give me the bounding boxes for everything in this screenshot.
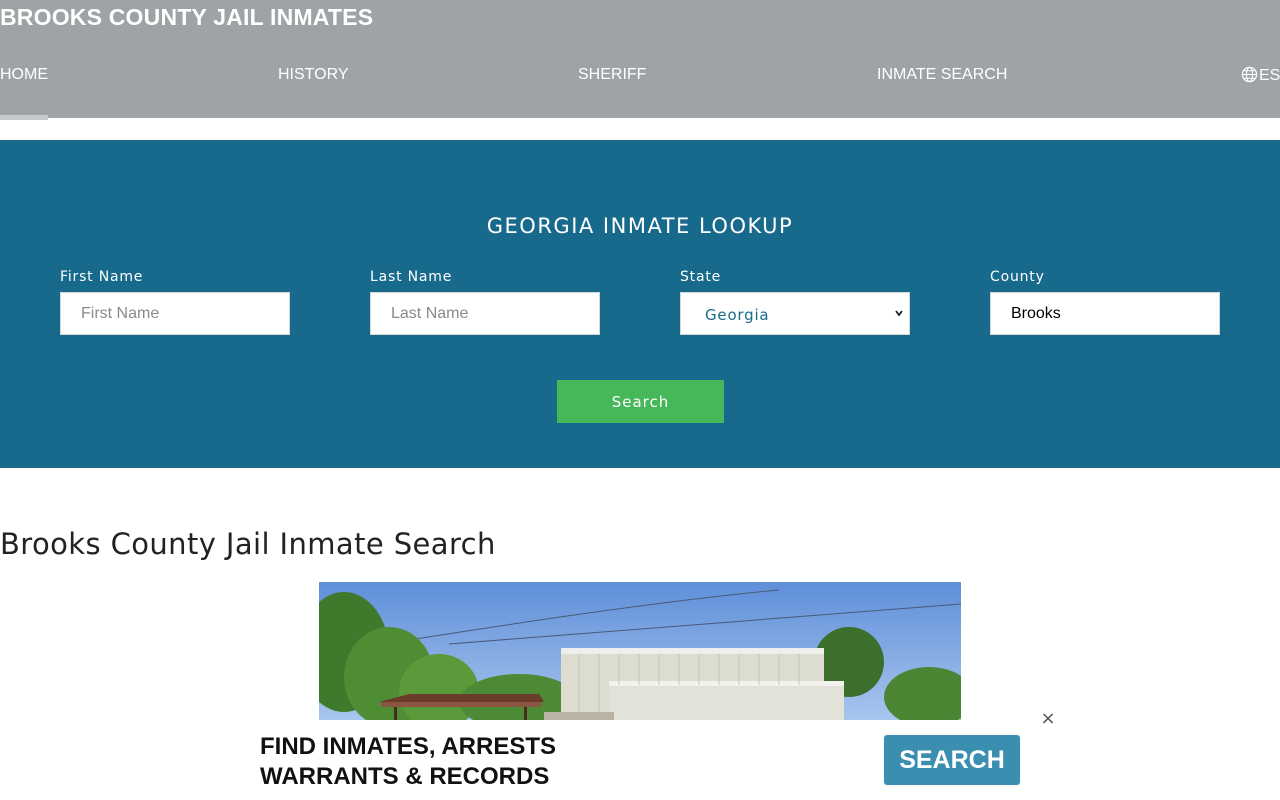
nav-sheriff[interactable]: SHERIFF <box>578 66 646 84</box>
ad-line-1: FIND INMATES, ARRESTS <box>260 733 557 760</box>
first-name-input[interactable] <box>60 292 290 335</box>
lookup-title: GEORGIA INMATE LOOKUP <box>486 214 794 238</box>
state-label: State <box>680 269 722 285</box>
nav-home[interactable]: HOME <box>0 66 48 84</box>
first-name-label: First Name <box>60 269 144 285</box>
globe-icon <box>1241 66 1258 82</box>
bottom-ad-banner: FIND INMATES, ARRESTS WARRANTS & RECORDS… <box>0 710 1280 800</box>
language-switcher[interactable]: ES <box>1241 63 1280 85</box>
language-label: ES <box>1259 67 1280 84</box>
inmate-lookup-panel: GEORGIA INMATE LOOKUP First Name Last Na… <box>0 140 1280 468</box>
county-label: County <box>990 269 1045 285</box>
site-title[interactable]: BROOKS COUNTY JAIL INMATES <box>0 4 373 31</box>
ad-text: FIND INMATES, ARRESTS WARRANTS & RECORDS <box>260 732 556 792</box>
search-button[interactable]: Search <box>557 380 724 423</box>
jail-building-photo <box>319 582 961 722</box>
state-select[interactable]: Georgia <box>680 292 910 335</box>
active-nav-indicator <box>0 115 48 120</box>
ad-line-2: WARRANTS & RECORDS <box>260 763 550 790</box>
chevron-down-icon <box>895 310 903 317</box>
ad-search-button[interactable]: SEARCH <box>884 735 1020 785</box>
state-selected-value: Georgia <box>705 305 770 324</box>
close-icon[interactable]: × <box>1040 710 1056 728</box>
county-input[interactable] <box>990 292 1220 335</box>
site-header: BROOKS COUNTY JAIL INMATES HOME HISTORY … <box>0 0 1280 118</box>
last-name-input[interactable] <box>370 292 600 335</box>
nav-history[interactable]: HISTORY <box>278 66 349 84</box>
last-name-label: Last Name <box>370 269 453 285</box>
page-heading: Brooks County Jail Inmate Search <box>0 527 496 561</box>
nav-inmate-search[interactable]: INMATE SEARCH <box>877 66 1007 84</box>
